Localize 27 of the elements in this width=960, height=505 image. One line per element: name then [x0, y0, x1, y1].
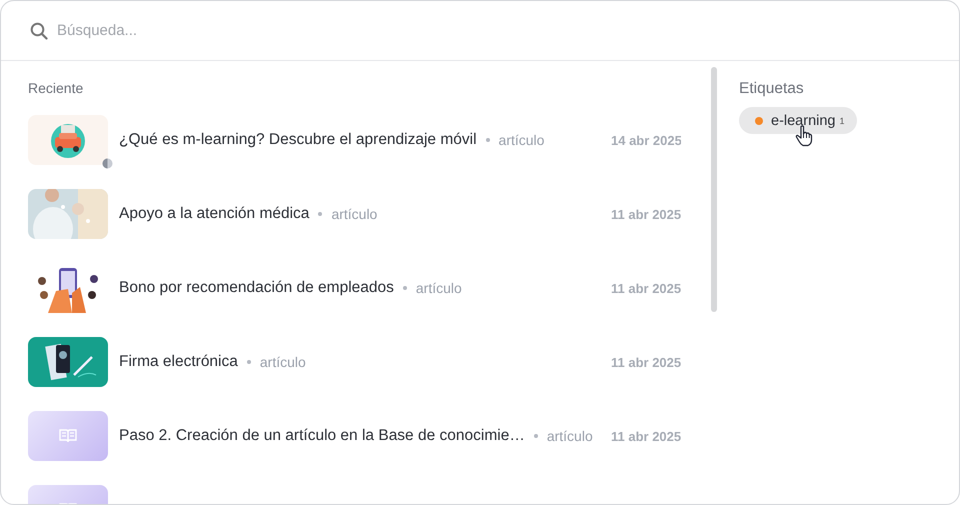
separator-dot: [402, 286, 407, 290]
article-date: 11 abr 2025: [611, 206, 681, 222]
article-type: artículo: [546, 428, 593, 444]
tag-chip[interactable]: e-learning 1: [739, 107, 857, 134]
section-heading: Etiquetas: [739, 80, 805, 98]
tag-count: 1: [840, 116, 845, 126]
article-title[interactable]: Paso 2. Creación de un artículo en la Base de conocimie…: [119, 427, 525, 445]
article-type: artículo: [416, 280, 462, 296]
article-date: 14 abr 2025: [611, 132, 681, 148]
article-type: artículo: [498, 132, 544, 148]
separator-dot: [246, 360, 251, 364]
article-date: 11 abr 2025: [611, 428, 681, 444]
article-title[interactable]: ¿Qué es m-learning? Descubre el aprendizaje móvil: [119, 131, 477, 149]
article-date: 11 abr 2025: [611, 280, 681, 296]
article-title[interactable]: Firma electrónica: [119, 353, 238, 371]
separator-dot: [318, 212, 322, 216]
separator-dot: [534, 434, 538, 438]
article-title[interactable]: Apoyo a la atención médica: [119, 205, 310, 223]
separator-dot: [486, 138, 490, 142]
article-type: artículo: [331, 206, 378, 222]
article-title[interactable]: Bono por recomendación de empleados: [119, 279, 394, 297]
section-heading: Reciente: [28, 80, 84, 96]
search-icon: [30, 22, 48, 40]
scrollbar[interactable]: [711, 67, 717, 312]
book-icon: [58, 428, 78, 444]
article-date: 11 abr 2025: [611, 354, 681, 370]
article-type: artículo: [260, 354, 306, 370]
